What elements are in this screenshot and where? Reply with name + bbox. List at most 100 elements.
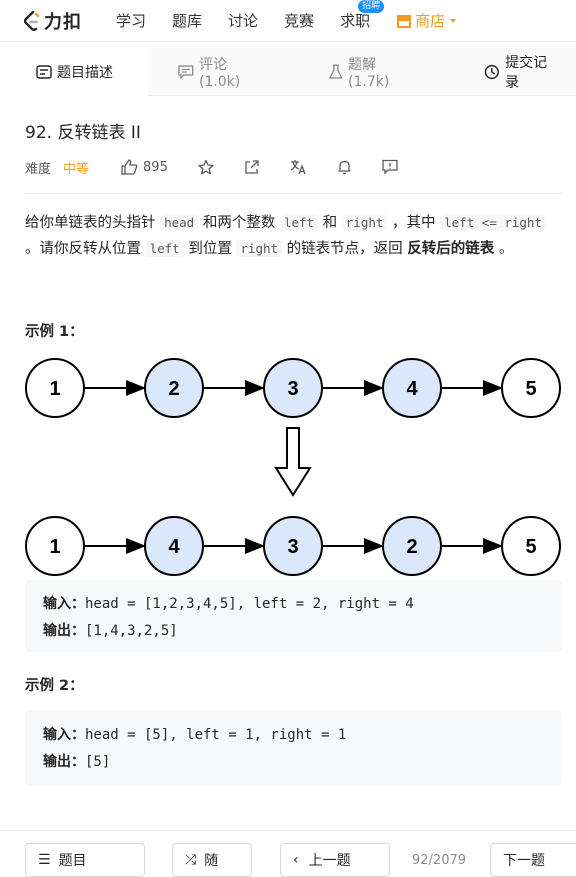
problem-description: 给你单链表的头指针 head 和两个整数 left 和 right ，其中 le… (25, 210, 562, 262)
bottom-list-node-value: 4 (168, 536, 180, 558)
hiring-badge: 招聘 (358, 0, 385, 13)
shuffle-icon: ⤮ (185, 852, 197, 868)
example1-output: [1,4,3,2,5] (85, 623, 178, 639)
difficulty-label: 难度 (25, 161, 52, 177)
nav-jobs-label: 求职 (340, 12, 371, 30)
favorite-button[interactable] (198, 159, 214, 175)
top-list-node-value: 1 (49, 378, 60, 400)
nav-learn[interactable]: 学习 (116, 10, 146, 31)
nav-problems[interactable]: 题库 (172, 10, 202, 31)
difficulty-badge: 中等 (63, 161, 90, 177)
problem-content: 92. 反转链表 II 难度 中等 895 给你单链表的头指针 head 和两个… (25, 96, 562, 262)
desc-text: 到位置 (183, 241, 237, 257)
top-list-node-value: 3 (287, 378, 298, 400)
top-list-node-value: 5 (525, 378, 536, 400)
inline-code: left <= right (440, 214, 546, 231)
problem-title: 92. 反转链表 II (25, 123, 141, 143)
example1-input: head = [1,2,3,4,5], left = 2, right = 4 (85, 596, 414, 612)
translate-button[interactable] (290, 159, 307, 175)
problem-counter: 92/2079 (412, 853, 467, 868)
nav-shop[interactable]: 商店 (396, 10, 458, 31)
share-button[interactable] (244, 159, 260, 175)
desc-text: 。请你反转从位置 (25, 241, 146, 257)
logo-text: 力扣 (44, 11, 82, 33)
like-count: 895 (143, 159, 168, 175)
random-button[interactable]: ⤮ 随 (172, 843, 252, 877)
comment-icon (178, 64, 194, 79)
random-label: 随 (204, 853, 219, 869)
example2-block: 输入：head = [5], left = 1, right = 1 输出：[5… (25, 711, 562, 785)
tab-comments-label: 评论 (1.0k) (198, 56, 241, 90)
linked-list-diagram: 1 2 3 4 5 1 4 3 2 5 (25, 358, 561, 576)
bottom-list-node-value: 1 (49, 536, 60, 558)
prev-button[interactable]: ‹ 上一题 (280, 843, 390, 877)
next-label: 下一题 (503, 853, 545, 869)
desc-text: 和 (318, 215, 342, 231)
tab-comments[interactable]: 评论 (1.0k) (162, 48, 287, 96)
divider (25, 193, 562, 194)
transform-down-arrow (274, 427, 312, 497)
top-list-node-value: 2 (168, 378, 179, 400)
inline-code: right (236, 240, 283, 257)
tab-submissions[interactable]: 提交记录 (468, 48, 576, 96)
tab-description[interactable]: 题目描述 (0, 47, 149, 96)
bottom-list-node-value: 2 (406, 536, 417, 558)
inline-code: head (160, 214, 199, 231)
example1-title: 示例 1： (25, 324, 84, 340)
share-icon (245, 160, 259, 174)
desc-text: 给你单链表的头指针 (25, 215, 161, 231)
problem-list-button[interactable]: ☰ 题目 (25, 843, 145, 877)
example2-title: 示例 2： (25, 678, 84, 694)
star-icon (198, 159, 214, 175)
bottom-toolbar: ☰ 题目 ⤮ 随 ‹ 上一题 92/2079 下一题 (0, 830, 576, 877)
example2-input: head = [5], left = 1, right = 1 (85, 727, 347, 743)
notify-button[interactable] (337, 159, 352, 175)
thumbs-up-icon (121, 159, 138, 175)
nav-discuss[interactable]: 讨论 (228, 10, 258, 31)
chevron-left-icon: ‹ (293, 852, 299, 868)
flask-icon (329, 63, 344, 79)
top-nav: 力扣 学习 题库 讨论 竞赛 求职 招聘 商店 (0, 0, 576, 42)
output-label: 输出： (43, 622, 85, 638)
bottom-list-node-value: 3 (287, 536, 298, 558)
inline-code: left (145, 240, 184, 257)
problem-list-label: 题目 (58, 853, 87, 869)
desc-text: ，其中 (387, 215, 441, 231)
next-button[interactable]: 下一题 (490, 843, 576, 877)
leetcode-logo-icon (24, 10, 40, 31)
tab-solutions-label: 题解 (1.7k) (348, 56, 390, 90)
example2-output: [5] (85, 754, 111, 770)
clock-icon (485, 64, 500, 79)
input-label: 输入： (43, 726, 85, 742)
tab-solutions[interactable]: 题解 (1.7k) (313, 48, 436, 96)
desc-text: 。 (494, 241, 514, 257)
like-button[interactable]: 895 (121, 159, 168, 175)
input-label: 输入： (43, 595, 85, 611)
output-label: 输出： (43, 753, 85, 769)
translate-icon (290, 160, 306, 175)
bell-icon (338, 160, 351, 175)
tab-description-label: 题目描述 (57, 64, 113, 81)
prev-label: 上一题 (308, 853, 351, 869)
inline-code: left (279, 214, 319, 231)
example1-block: 输入：head = [1,2,3,4,5], left = 2, right =… (25, 580, 562, 652)
feedback-icon (382, 159, 398, 175)
desc-text: 和两个整数 (198, 215, 280, 231)
tab-submissions-label: 提交记录 (505, 54, 548, 91)
feedback-button[interactable] (382, 159, 398, 175)
top-list-node-value: 4 (406, 378, 418, 400)
nav-shop-label: 商店 (415, 12, 446, 30)
bottom-list-node-value: 5 (525, 536, 536, 558)
nav-contest[interactable]: 竞赛 (284, 10, 314, 31)
desc-text: 的链表节点，返回 (282, 241, 408, 257)
description-icon (36, 64, 52, 79)
logo[interactable]: 力扣 (24, 8, 82, 34)
desc-bold: 反转后的链表 (407, 241, 495, 257)
problem-meta: 难度 中等 895 (25, 157, 562, 177)
inline-code: right (341, 214, 388, 231)
caret-down-icon (450, 18, 457, 23)
list-icon: ☰ (38, 852, 51, 868)
nav-jobs[interactable]: 求职 招聘 (340, 0, 385, 31)
store-icon (397, 14, 412, 28)
problem-tabs: 题目描述 评论 (1.0k) 题解 (1.7k) 提交记录 (0, 47, 576, 96)
